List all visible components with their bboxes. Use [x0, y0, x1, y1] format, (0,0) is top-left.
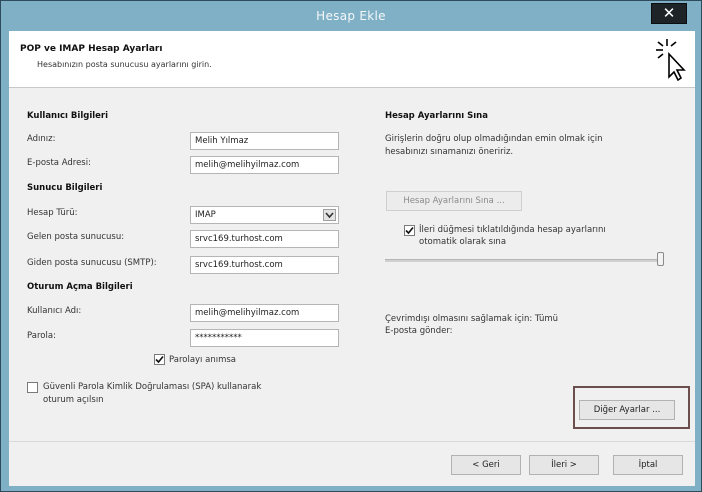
close-button[interactable]: ✕	[651, 3, 687, 24]
add-account-window: Hesap Ekle ✕ POP ve IMAP Hesap Ayarları …	[0, 0, 702, 492]
auto-test-label-line1: İleri düğmesi tıklatıldığında hesap ayar…	[419, 225, 606, 235]
test-settings-heading: Hesap Ayarlarını Sına	[385, 111, 488, 121]
password-label: Parola:	[27, 331, 56, 341]
name-input[interactable]: Melih Yılmaz	[190, 132, 339, 150]
outgoing-server-input[interactable]: srvc169.turhost.com	[190, 256, 339, 274]
outgoing-server-label: Giden posta sunucusu (SMTP):	[27, 258, 157, 268]
cancel-button[interactable]: İptal	[613, 455, 683, 475]
offline-label-line2: E-posta gönder:	[385, 326, 453, 336]
page-title: POP ve IMAP Hesap Ayarları	[20, 44, 163, 54]
window-title: Hesap Ekle	[316, 9, 386, 23]
remember-password-label: Parolayı anımsa	[169, 355, 236, 365]
auto-test-label-line2: otomatik olarak sına	[419, 237, 507, 247]
offline-slider-track[interactable]	[385, 259, 657, 262]
test-description-line2: hesabınızı sınamanızı öneririz.	[385, 147, 514, 157]
spa-label-line1: Güvenli Parola Kimlik Doğrulaması (SPA) …	[43, 382, 262, 392]
back-button[interactable]: < Geri	[451, 455, 521, 475]
checkmark-icon	[405, 226, 414, 235]
auto-test-checkbox[interactable]	[404, 225, 415, 236]
password-input[interactable]: ***********	[190, 329, 339, 347]
username-label: Kullanıcı Adı:	[27, 306, 82, 316]
logon-info-heading: Oturum Açma Bilgileri	[27, 282, 133, 292]
highlight-box	[573, 386, 690, 429]
user-info-heading: Kullanıcı Bilgileri	[27, 111, 109, 121]
account-type-select[interactable]: IMAP	[190, 206, 339, 224]
incoming-server-label: Gelen posta sunucusu:	[27, 232, 125, 242]
spa-label-line2: oturum açılsın	[43, 395, 104, 405]
account-type-value: IMAP	[195, 210, 216, 220]
account-type-label: Hesap Türü:	[27, 208, 78, 218]
next-button[interactable]: İleri >	[529, 455, 599, 475]
test-description-line1: Girişlerin doğru olup olmadığından emin …	[385, 134, 603, 144]
offline-slider-thumb[interactable]	[657, 252, 664, 266]
spa-checkbox[interactable]	[27, 382, 38, 393]
email-label: E-posta Adresi:	[27, 158, 91, 168]
offline-label-line1: Çevrimdışı olmasını sağlamak için: Tümü	[385, 314, 559, 324]
page-subtitle: Hesabınızın posta sunucusu ayarlarını gi…	[37, 60, 212, 69]
incoming-server-input[interactable]: srvc169.turhost.com	[190, 230, 339, 248]
title-bar[interactable]: Hesap Ekle ✕	[1, 1, 701, 31]
server-info-heading: Sunucu Bilgileri	[27, 183, 103, 193]
test-account-settings-button[interactable]: Hesap Ayarlarını Sına ...	[386, 191, 522, 211]
email-input[interactable]: melih@melihyilmaz.com	[190, 156, 339, 174]
wizard-header: POP ve IMAP Hesap Ayarları Hesabınızın p…	[9, 31, 695, 88]
username-input[interactable]: melih@melihyilmaz.com	[190, 304, 339, 322]
checkmark-icon	[155, 355, 164, 364]
name-label: Adınız:	[27, 134, 56, 144]
chevron-down-icon[interactable]	[323, 209, 336, 221]
cursor-click-icon	[656, 39, 686, 81]
remember-password-checkbox[interactable]	[154, 354, 165, 365]
